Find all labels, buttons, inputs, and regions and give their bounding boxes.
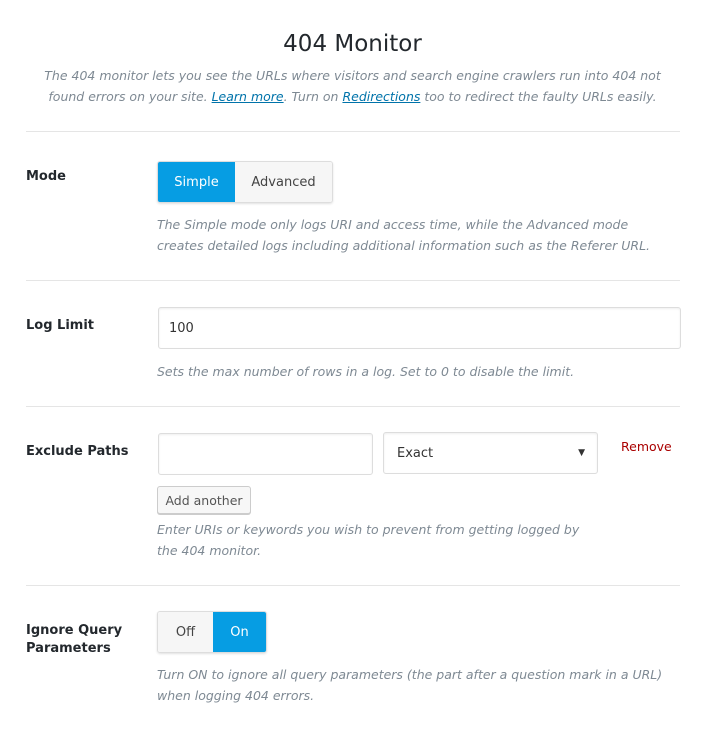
match-type-value: Exact bbox=[397, 445, 434, 461]
exclude-paths-description: Enter URIs or keywords you wish to preve… bbox=[157, 519, 579, 561]
intro-part: . Turn on bbox=[283, 89, 343, 104]
log-limit-description: Sets the max number of rows in a log. Se… bbox=[157, 364, 575, 379]
learn-more-link[interactable]: Learn more bbox=[212, 89, 284, 104]
ignore-query-on-button[interactable]: On bbox=[213, 612, 266, 652]
ignore-query-toggle: Off On bbox=[157, 611, 267, 653]
divider bbox=[26, 280, 680, 281]
page-title: 404 Monitor bbox=[283, 31, 422, 57]
mode-advanced-button[interactable]: Advanced bbox=[235, 162, 332, 202]
ignore-query-description: Turn ON to ignore all query parameters (… bbox=[157, 667, 663, 703]
ignore-query-label: Ignore Query Parameters bbox=[26, 623, 123, 656]
log-limit-input[interactable]: 100 bbox=[158, 307, 681, 349]
dropdown-arrow-icon: ▼ bbox=[578, 448, 585, 458]
divider bbox=[26, 406, 680, 407]
exclude-paths-label: Exclude Paths bbox=[26, 444, 129, 459]
intro-text: The 404 monitor lets you see the URLs wh… bbox=[30, 65, 675, 107]
mode-label: Mode bbox=[26, 169, 66, 184]
mode-description: The Simple mode only logs URI and access… bbox=[157, 217, 651, 253]
intro-part: too to redirect the faulty URLs easily. bbox=[420, 89, 657, 104]
log-limit-label: Log Limit bbox=[26, 318, 95, 333]
mode-simple-button[interactable]: Simple bbox=[158, 162, 235, 202]
remove-button[interactable]: Remove bbox=[621, 439, 672, 454]
mode-toggle: Simple Advanced bbox=[157, 161, 333, 203]
redirections-link[interactable]: Redirections bbox=[342, 89, 420, 104]
match-type-select[interactable]: Exact ▼ bbox=[383, 432, 598, 474]
description-line: the 404 monitor. bbox=[157, 543, 262, 558]
ignore-query-off-button[interactable]: Off bbox=[158, 612, 213, 652]
divider bbox=[26, 585, 680, 586]
divider bbox=[26, 131, 680, 132]
description-line: Enter URIs or keywords you wish to preve… bbox=[157, 522, 580, 537]
add-another-button[interactable]: Add another bbox=[157, 486, 251, 514]
exclude-path-input[interactable] bbox=[158, 433, 373, 475]
